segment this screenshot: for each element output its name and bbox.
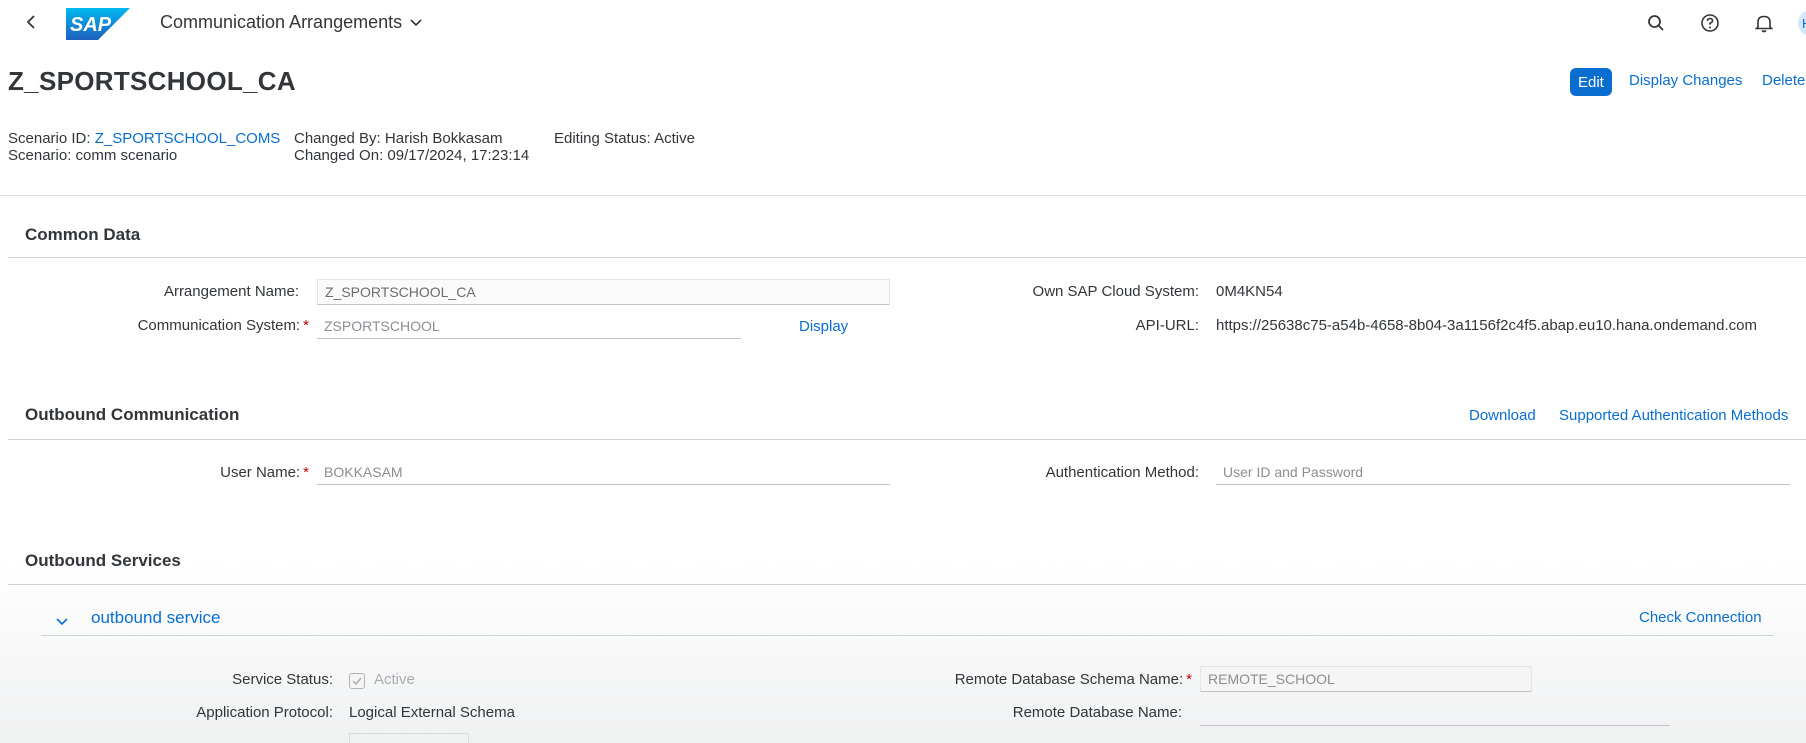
remote-db-input[interactable] — [1200, 700, 1670, 726]
user-name-label: User Name: * — [100, 464, 309, 481]
communication-system-label-text: Communication System: — [137, 317, 301, 334]
changed-on-value: 09/17/2024, 17:23:14 — [387, 147, 530, 164]
communication-system-input[interactable]: ZSPORTSCHOOL — [317, 313, 741, 339]
user-name-label-text: User Name: — [220, 464, 301, 481]
communication-system-label: Communication System: * — [100, 317, 309, 334]
check-icon — [352, 677, 362, 685]
scenario-id-attr: Scenario ID: Z_SPORTSCHOOL_COMS — [8, 130, 280, 147]
service-status-label: Service Status: — [232, 671, 333, 688]
delete-link[interactable]: Delete — [1762, 72, 1805, 89]
changed-by-attr: Changed By: Harish Bokkasam — [294, 130, 502, 147]
scenario-label: Scenario: — [8, 147, 72, 164]
user-name-input[interactable]: BOKKASAM — [317, 459, 890, 485]
download-link[interactable]: Download — [1469, 407, 1536, 424]
back-icon[interactable] — [20, 10, 44, 34]
editing-status-label: Editing Status: — [554, 130, 651, 147]
arrangement-name-input[interactable]: Z_SPORTSCHOOL_CA — [317, 279, 890, 305]
arrangement-name-label: Arrangement Name: — [163, 283, 299, 300]
editing-status-value: Active — [654, 130, 695, 147]
api-url-value: https://25638c75-a54b-4658-8b04-3a1156f2… — [1216, 317, 1757, 334]
common-data-divider — [8, 257, 1806, 258]
scenario-id-label: Scenario ID: — [8, 130, 91, 147]
help-icon[interactable] — [1698, 11, 1722, 35]
own-system-value: 0M4KN54 — [1216, 283, 1283, 300]
supported-auth-methods-link[interactable]: Supported Authentication Methods — [1559, 407, 1788, 424]
check-connection-link[interactable]: Check Connection — [1639, 609, 1762, 626]
display-changes-link[interactable]: Display Changes — [1629, 72, 1742, 89]
search-icon[interactable] — [1644, 11, 1668, 35]
common-data-title: Common Data — [25, 225, 141, 244]
changed-on-attr: Changed On: 09/17/2024, 17:23:14 — [294, 147, 529, 164]
changed-on-label: Changed On: — [294, 147, 384, 164]
bell-icon[interactable] — [1752, 11, 1776, 35]
remote-schema-label: Remote Database Schema Name: * — [900, 671, 1192, 688]
api-url-label: API-URL: — [1135, 317, 1199, 334]
service-status-value: Active — [374, 671, 415, 688]
outbound-services-divider — [8, 584, 1806, 585]
required-marker: * — [1186, 671, 1192, 688]
page-title: Z_SPORTSCHOOL_CA — [8, 66, 296, 96]
remote-schema-label-text: Remote Database Schema Name: — [954, 671, 1184, 688]
scenario-value: comm scenario — [75, 147, 178, 164]
scenario-id-link[interactable]: Z_SPORTSCHOOL_COMS — [95, 130, 281, 147]
collapse-chevron-icon[interactable] — [52, 612, 72, 632]
changed-by-label: Changed By: — [294, 130, 381, 147]
service-status-checkbox[interactable] — [349, 673, 365, 689]
app-title-menu[interactable]: Communication Arrangements — [160, 12, 422, 33]
header-divider — [0, 195, 1806, 196]
sap-logo[interactable]: SAP — [66, 8, 130, 40]
edit-button[interactable]: Edit — [1570, 68, 1612, 96]
shell-bar: SAP Communication Arrangements H — [0, 0, 1806, 46]
outbound-service-divider — [41, 635, 1774, 636]
changed-by-value: Harish Bokkasam — [384, 130, 503, 147]
port-input-partial[interactable] — [349, 733, 469, 743]
auth-method-input[interactable]: User ID and Password — [1216, 459, 1790, 485]
app-title: Communication Arrangements — [160, 12, 403, 32]
editing-status-attr: Editing Status: Active — [554, 130, 695, 147]
auth-method-label: Authentication Method: — [1045, 464, 1199, 481]
outbound-service-title[interactable]: outbound service — [91, 608, 220, 628]
required-marker: * — [303, 317, 309, 334]
outbound-services-title: Outbound Services — [25, 551, 181, 570]
own-system-label: Own SAP Cloud System: — [1032, 283, 1199, 300]
remote-schema-input[interactable]: REMOTE_SCHOOL — [1200, 666, 1532, 692]
svg-text:SAP: SAP — [70, 14, 112, 36]
required-marker: * — [303, 464, 309, 481]
scenario-attr: Scenario: comm scenario — [8, 147, 177, 164]
avatar[interactable]: H — [1798, 10, 1806, 36]
app-protocol-value: Logical External Schema — [349, 704, 515, 721]
display-link[interactable]: Display — [799, 318, 848, 335]
outbound-communication-title: Outbound Communication — [25, 405, 240, 424]
outbound-communication-divider — [8, 439, 1806, 440]
app-protocol-label: Application Protocol: — [196, 704, 333, 721]
chevron-down-icon — [410, 18, 422, 26]
remote-db-label: Remote Database Name: — [1012, 704, 1182, 721]
